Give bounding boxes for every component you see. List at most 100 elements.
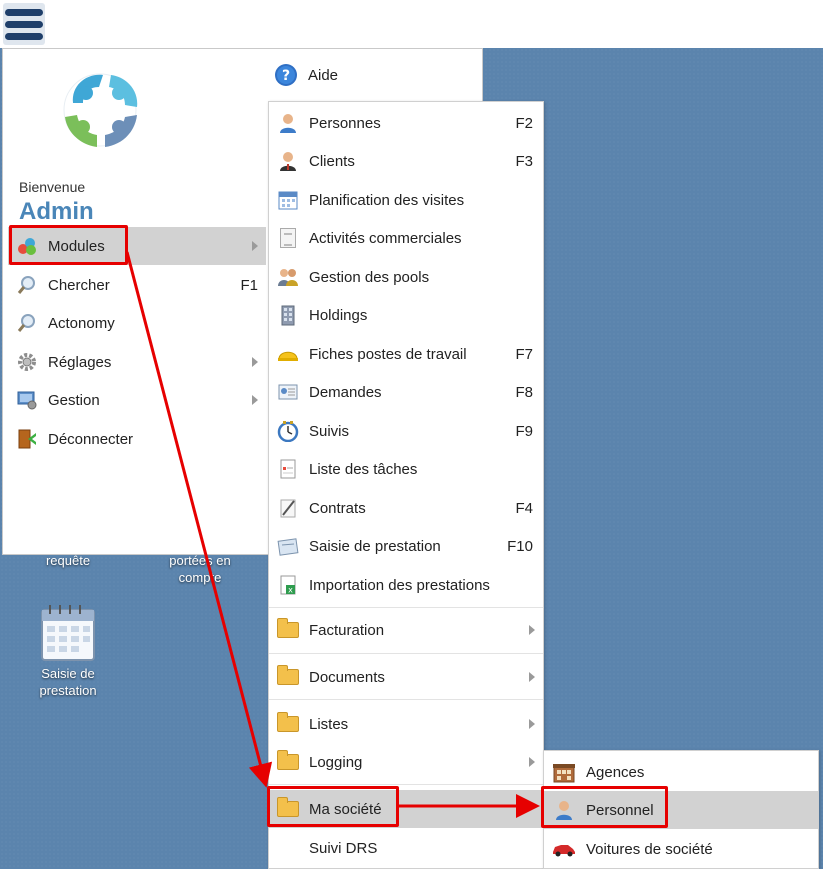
blank-icon	[277, 837, 299, 859]
separator	[269, 699, 543, 700]
shortcut-label: F2	[515, 114, 533, 132]
menu-item-label: Chercher	[48, 276, 110, 294]
menu-item-label: Réglages	[48, 353, 112, 371]
chevron-right-icon	[252, 241, 258, 251]
task-list-icon	[277, 458, 299, 480]
help-icon: ?	[275, 64, 297, 86]
submenu-item-pools[interactable]: Gestion des pools	[269, 258, 543, 296]
menu-item-gestion[interactable]: Gestion	[8, 381, 266, 419]
clock-icon	[277, 420, 299, 442]
submenu-item-facturation[interactable]: Facturation	[269, 611, 543, 649]
client-icon	[277, 150, 299, 172]
submenu-item-saisie[interactable]: Saisie de prestation F10	[269, 527, 543, 565]
agency-icon	[552, 760, 576, 784]
menu-item-deconnecter[interactable]: Déconnecter	[8, 420, 266, 458]
chevron-right-icon	[252, 357, 258, 367]
shortcut-label: F4	[515, 499, 533, 517]
import-icon: x	[277, 574, 299, 596]
folder-icon	[277, 750, 299, 773]
request-icon	[277, 381, 299, 403]
submenu-item-fiches[interactable]: Fiches postes de travail F7	[269, 335, 543, 373]
svg-text:x: x	[288, 586, 293, 595]
highlight-personnel	[541, 786, 668, 828]
submenu-item-suivi-drs[interactable]: Suivi DRS	[269, 829, 543, 867]
chevron-right-icon	[529, 672, 535, 682]
management-icon	[16, 389, 38, 411]
menu-item-chercher[interactable]: Chercher F1	[8, 266, 266, 304]
document-icon	[277, 227, 299, 249]
top-bar	[0, 0, 823, 48]
desktop-icon-label[interactable]: Saisie de prestation	[20, 665, 116, 699]
submenu-item-label: Contrats	[309, 499, 366, 517]
submenu-item-importation[interactable]: x Importation des prestations	[269, 566, 543, 604]
folder-icon	[277, 712, 299, 735]
shortcut-label: F8	[515, 383, 533, 401]
submenu-item-label: Holdings	[309, 306, 368, 324]
search-icon	[16, 312, 38, 334]
folder-icon	[277, 618, 299, 641]
submenu-item-holdings[interactable]: Holdings	[269, 296, 543, 334]
hamburger-icon[interactable]	[3, 3, 45, 45]
highlight-ma-societe	[267, 786, 399, 827]
submenu-item-label: Liste des tâches	[309, 460, 418, 478]
menu-item-label: Déconnecter	[48, 430, 134, 448]
submenu-item-contrats[interactable]: Contrats F4	[269, 489, 543, 527]
folder-icon	[277, 665, 299, 688]
submenu-item-label: Suivi DRS	[309, 839, 378, 857]
submenu-item-label: Importation des prestations	[309, 576, 490, 594]
shortcut-label: F3	[515, 152, 533, 170]
svg-text:?: ?	[282, 68, 290, 84]
submenu-item-label: Logging	[309, 753, 363, 771]
submenu-item-label: Voitures de société	[586, 840, 713, 858]
menu-item-actonomy[interactable]: Actonomy	[8, 304, 266, 342]
submenu-item-logging[interactable]: Logging	[269, 743, 543, 781]
chevron-right-icon	[252, 395, 258, 405]
gear-icon	[16, 351, 38, 373]
submenu-item-demandes[interactable]: Demandes F8	[269, 373, 543, 411]
menu-item-label: Actonomy	[48, 314, 115, 332]
menu-item-reglages[interactable]: Réglages	[8, 343, 266, 381]
shortcut-label: F9	[515, 422, 533, 440]
search-icon	[16, 274, 38, 296]
submenu-item-documents[interactable]: Documents	[269, 658, 543, 696]
submenu-item-voitures[interactable]: Voitures de société	[544, 830, 818, 868]
modules-submenu: Personnes F2 Clients F3 Planification de…	[268, 101, 544, 869]
logo-icon	[63, 73, 138, 147]
submenu-item-listes[interactable]: Listes	[269, 705, 543, 743]
submenu-item-label: Saisie de prestation	[309, 537, 441, 555]
person-icon	[277, 112, 299, 134]
car-icon	[552, 837, 576, 861]
chevron-right-icon	[529, 757, 535, 767]
shortcut-label: F7	[515, 345, 533, 363]
submenu-item-label: Facturation	[309, 621, 385, 639]
contract-icon	[277, 497, 299, 519]
desktop-icon-label[interactable]: portées en compte	[150, 552, 250, 586]
submenu-item-label: Planification des visites	[309, 191, 465, 209]
submenu-item-planification[interactable]: Planification des visites	[269, 181, 543, 219]
help-menu-item[interactable]: ? Aide	[274, 60, 338, 90]
highlight-modules	[9, 225, 128, 265]
chevron-right-icon	[529, 719, 535, 729]
welcome-text: Bienvenue	[19, 179, 86, 195]
submenu-item-label: Clients	[309, 152, 355, 170]
submenu-item-suivis[interactable]: Suivis F9	[269, 412, 543, 450]
helmet-icon	[277, 343, 299, 365]
calendar-icon	[277, 189, 299, 211]
submenu-item-label: Agences	[586, 763, 645, 781]
shortcut-label: F10	[507, 537, 533, 555]
menu-item-label: Gestion	[48, 391, 100, 409]
submenu-item-taches[interactable]: Liste des tâches	[269, 450, 543, 488]
calendar-icon[interactable]	[36, 600, 100, 664]
submenu-item-label: Activités commerciales	[309, 229, 462, 247]
separator	[269, 607, 543, 608]
building-icon	[277, 304, 299, 326]
shortcut-label: F1	[240, 276, 258, 294]
submenu-item-clients[interactable]: Clients F3	[269, 142, 543, 180]
submenu-item-label: Personnes	[309, 114, 381, 132]
chevron-right-icon	[529, 625, 535, 635]
submenu-item-personnes[interactable]: Personnes F2	[269, 104, 543, 142]
user-name: Admin	[19, 198, 94, 225]
submenu-item-activites[interactable]: Activités commerciales	[269, 219, 543, 257]
help-label: Aide	[308, 66, 339, 84]
separator	[269, 784, 543, 785]
